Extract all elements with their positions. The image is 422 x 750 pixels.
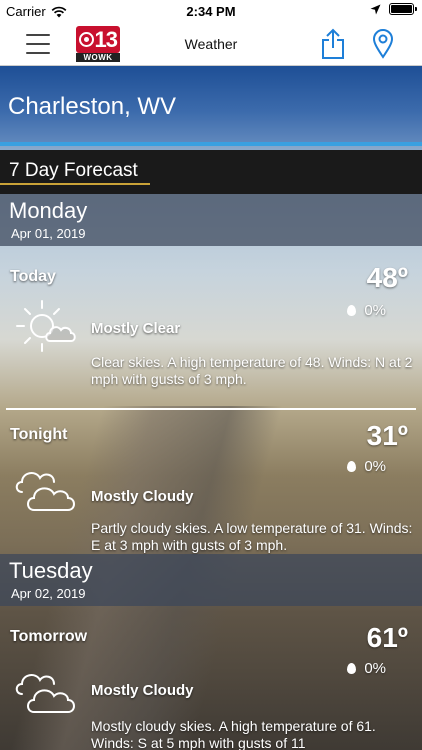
status-time: 2:34 PM (186, 4, 236, 19)
period-temp: 31º (366, 420, 408, 451)
period-condition: Mostly Clear (91, 320, 181, 337)
forecast-header: 7 Day Forecast (0, 150, 422, 194)
period-description: Partly cloudy skies. A low temperature o… (91, 520, 413, 553)
page-title: Weather (184, 36, 238, 52)
period-precip: 0% (347, 660, 386, 677)
forecast-period: Tomorrow 61º 0% Mostly Cloudy Mostly clo… (0, 606, 422, 750)
period-label: Tonight (10, 426, 68, 443)
period-temp: 48º (366, 262, 408, 293)
forecast-period: Tonight 31º 0% Mostly Cloudy Partly clou… (0, 410, 422, 554)
period-label: Today (10, 268, 56, 285)
cloudy-icon (15, 472, 75, 511)
period-label: Tomorrow (10, 628, 88, 645)
day-name: Tuesday (9, 558, 93, 583)
forecast-title-underline (0, 183, 150, 185)
period-condition: Mostly Cloudy (91, 488, 194, 505)
day-date: Apr 01, 2019 (11, 226, 86, 241)
status-right (370, 3, 417, 15)
raindrop-icon (347, 461, 357, 472)
period-precip: 0% (347, 302, 386, 319)
share-icon (322, 28, 344, 59)
precip-value: 0% (364, 302, 386, 319)
battery-icon (389, 3, 417, 15)
location-header: Charleston, WV (0, 66, 422, 146)
day-name: Monday (9, 198, 88, 223)
share-button[interactable] (320, 28, 346, 60)
period-temp: 61º (366, 622, 408, 653)
partly-sunny-icon (16, 300, 76, 352)
period-description: Clear skies. A high temperature of 48. W… (91, 354, 413, 387)
precip-value: 0% (364, 660, 386, 677)
status-bar: Carrier 2:34 PM (0, 0, 422, 22)
forecast-content[interactable]: Charleston, WV 7 Day Forecast Monday Apr… (0, 66, 422, 750)
day-date: Apr 02, 2019 (11, 586, 86, 601)
cloudy-icon (15, 674, 75, 713)
period-description: Mostly cloudy skies. A high temperature … (91, 718, 376, 750)
logo-call-letters: WOWK (76, 53, 120, 62)
forecast-title: 7 Day Forecast (9, 160, 138, 181)
nav-bar: 13 WOWK Weather (0, 22, 422, 66)
location-button[interactable] (370, 28, 396, 60)
period-condition: Mostly Cloudy (91, 682, 194, 699)
forecast-period: Today 48º 0% Mostly Clear Clear skies. A… (0, 246, 422, 408)
precip-value: 0% (364, 458, 386, 475)
day-header: Monday Apr 01, 2019 (0, 194, 422, 246)
day-header: Tuesday Apr 02, 2019 (0, 554, 422, 606)
menu-icon-line (26, 52, 50, 54)
map-pin-icon (372, 29, 394, 59)
period-precip: 0% (347, 458, 386, 475)
location-arrow-icon (370, 4, 381, 14)
raindrop-icon (347, 663, 357, 674)
city-name: Charleston, WV (8, 93, 177, 120)
raindrop-icon (347, 305, 357, 316)
